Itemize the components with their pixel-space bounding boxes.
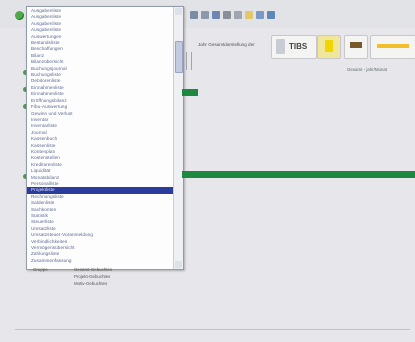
save-icon[interactable]: [267, 11, 275, 19]
highlight-button[interactable]: [317, 35, 341, 59]
go-icon[interactable]: [15, 11, 24, 20]
forward-icon[interactable]: [201, 11, 209, 19]
highlight-icon: [325, 40, 333, 52]
bar-indicator: [182, 89, 198, 96]
back-icon[interactable]: [190, 11, 198, 19]
bulb-icon: [276, 39, 285, 54]
tibs-button[interactable]: TIBS: [271, 35, 317, 59]
footer-label: Gruppe: [33, 267, 48, 272]
divider: [186, 52, 187, 70]
scroll-up-icon[interactable]: [175, 8, 182, 15]
arrow-icon: [377, 44, 409, 48]
footer-value: Gesamt-Gebuchtes: [74, 267, 113, 272]
report-dropdown-list[interactable]: Ausgabenliste Ausgabenliste Ausgabenliste A…: [26, 6, 184, 270]
edit-button[interactable]: [344, 35, 368, 59]
folder-icon[interactable]: [245, 11, 253, 19]
divider: [191, 52, 192, 70]
print-icon[interactable]: [223, 11, 231, 19]
table-icon[interactable]: [256, 11, 264, 19]
search-icon[interactable]: [212, 11, 220, 19]
forward-button[interactable]: [370, 35, 415, 59]
path-label: Jahr Gesamtdarstellung der: [198, 42, 255, 47]
pencil-icon: [350, 42, 362, 48]
footer-value: Motiv-Gebuchtes: [74, 281, 108, 286]
hint-text: Gesamt - jahr/Monat: [347, 67, 388, 72]
cut-icon[interactable]: [234, 11, 242, 19]
app-window: Ausgabenliste Ausgabenliste Ausgabenliste A…: [0, 0, 415, 342]
scroll-thumb[interactable]: [175, 41, 183, 73]
dropdown-scrollbar[interactable]: [173, 7, 183, 269]
dropdown-options: Ausgabenliste Ausgabenliste Ausgabenliste A…: [27, 8, 173, 264]
left-strip: [12, 28, 28, 328]
bar-indicator: [182, 171, 415, 178]
tibs-button-label: TIBS: [289, 42, 308, 51]
scroll-down-icon[interactable]: [175, 261, 182, 268]
bottom-divider: [15, 329, 410, 330]
dropdown-option[interactable]: Zusammenfassung: [27, 258, 173, 264]
footer-value: Projekt-Gebuchtes: [74, 274, 111, 279]
